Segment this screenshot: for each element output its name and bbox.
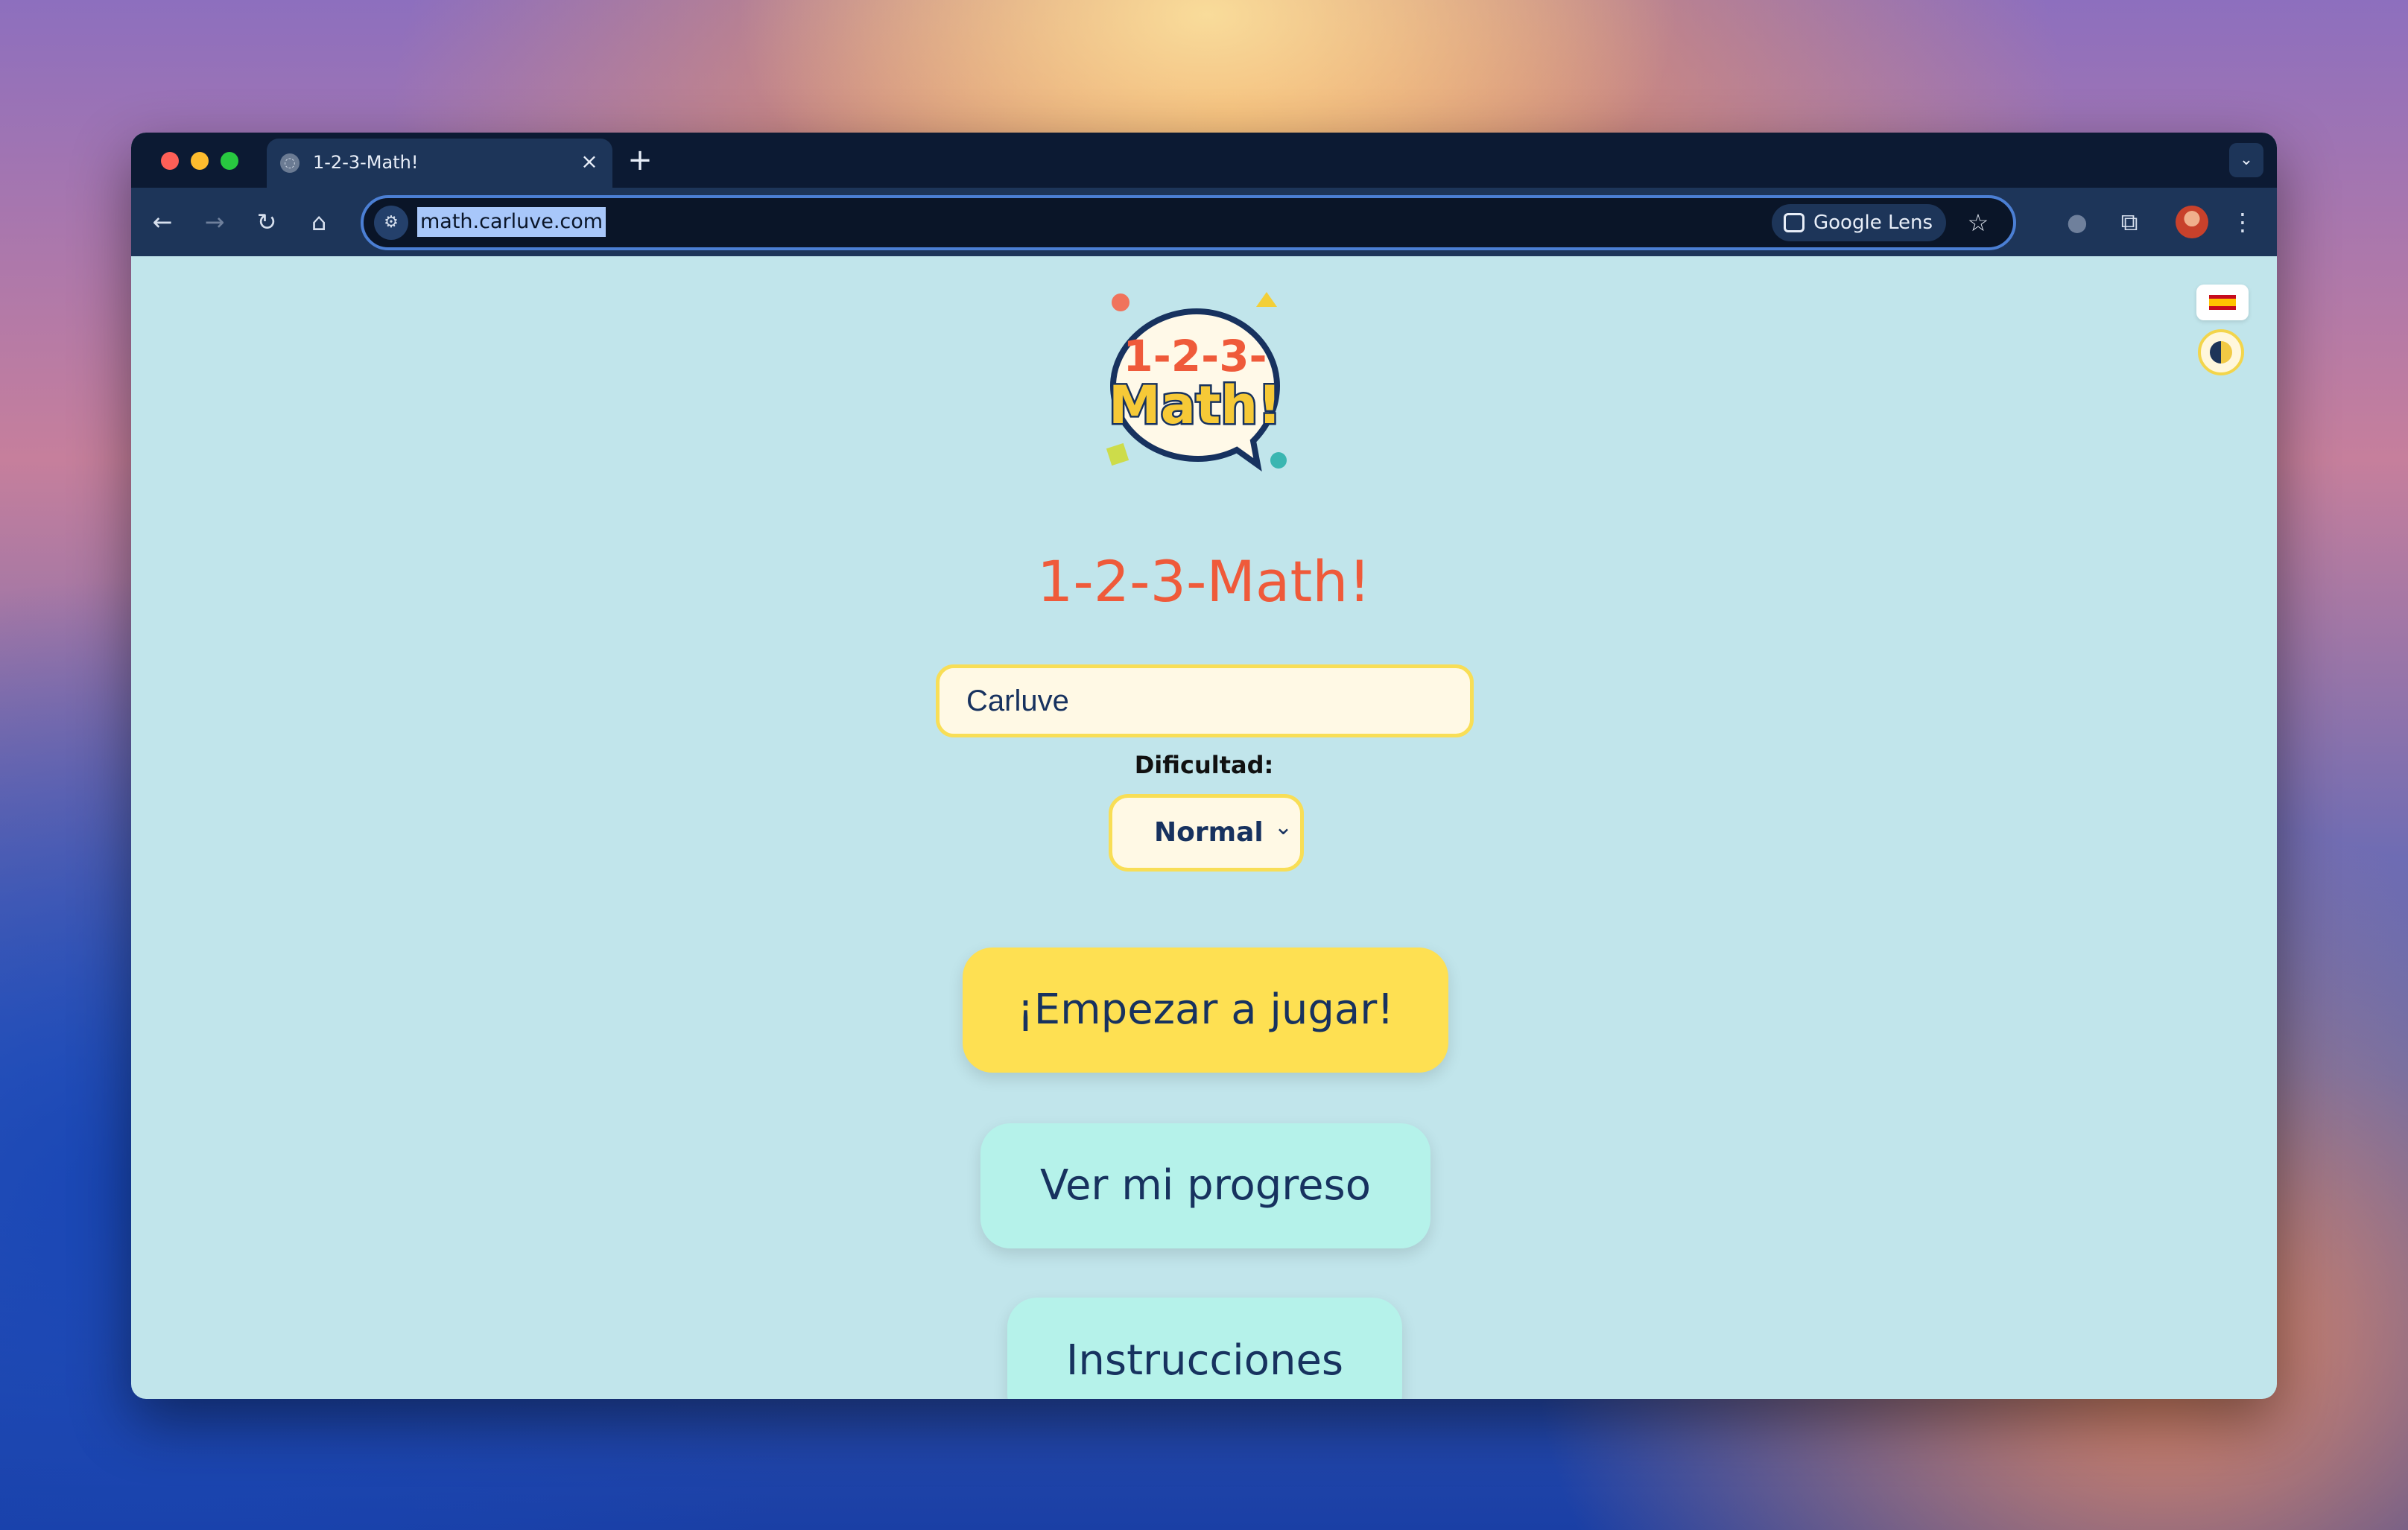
back-icon[interactable]: ← — [143, 203, 182, 241]
forward-icon[interactable]: → — [195, 203, 234, 241]
home-icon[interactable]: ⌂ — [300, 203, 338, 241]
star-icon[interactable]: ☆ — [1959, 204, 1997, 241]
blocked-extension-icon[interactable]: ● — [2058, 203, 2097, 241]
title-bar: ◌ 1-2-3-Math! × + ⌄ — [131, 133, 2277, 188]
tab-close-button[interactable]: × — [577, 149, 602, 174]
view-progress-button[interactable]: Ver mi progreso — [980, 1123, 1430, 1248]
tab-title: 1-2-3-Math! — [313, 152, 419, 173]
reload-icon[interactable]: ↻ — [247, 203, 286, 241]
close-window-button[interactable] — [161, 152, 179, 170]
menu-icon[interactable]: ⋮ — [2223, 203, 2262, 241]
minimize-window-button[interactable] — [191, 152, 209, 170]
theme-toggle-button[interactable] — [2198, 329, 2244, 375]
page-content: 1-2-3- Math! 1-2-3-Math! Dificultad: Nor… — [131, 256, 2277, 1399]
app-logo: 1-2-3- Math! — [1106, 292, 1287, 472]
difficulty-label: Dificultad: — [1134, 751, 1274, 779]
extensions-icon[interactable]: ⧉ — [2110, 203, 2149, 241]
maximize-window-button[interactable] — [221, 152, 238, 170]
browser-toolbar: ← → ↻ ⌂ ⚙ math.carluve.com Google Lens ☆… — [131, 188, 2277, 256]
google-lens-label: Google Lens — [1813, 212, 1933, 234]
new-tab-button[interactable]: + — [623, 143, 657, 177]
page-title: 1-2-3-Math! — [1037, 548, 1371, 615]
instructions-button[interactable]: Instrucciones — [1007, 1298, 1402, 1399]
logo-line-1: 1-2-3- — [1123, 331, 1267, 381]
site-info-icon[interactable]: ⚙ — [374, 206, 408, 240]
player-name-input[interactable] — [936, 664, 1474, 737]
language-toggle-button[interactable] — [2196, 285, 2249, 320]
moon-icon — [2210, 341, 2232, 364]
globe-icon: ◌ — [280, 153, 300, 173]
url-text[interactable]: math.carluve.com — [417, 207, 606, 237]
browser-tab[interactable]: ◌ 1-2-3-Math! × — [267, 139, 612, 188]
difficulty-select[interactable]: Normal ⌄ — [1109, 794, 1304, 872]
profile-avatar[interactable] — [2176, 206, 2208, 238]
google-lens-icon — [1784, 213, 1805, 232]
chevron-down-icon: ⌄ — [1273, 814, 1293, 840]
browser-window: ◌ 1-2-3-Math! × + ⌄ ← → ↻ ⌂ ⚙ math.carlu… — [131, 133, 2277, 1399]
tab-search-button[interactable]: ⌄ — [2229, 143, 2263, 177]
spain-flag-icon — [2209, 295, 2236, 310]
google-lens-button[interactable]: Google Lens — [1772, 204, 1946, 241]
difficulty-value: Normal — [1154, 817, 1264, 848]
start-game-button[interactable]: ¡Empezar a jugar! — [963, 947, 1448, 1073]
logo-line-2: Math! — [1109, 375, 1281, 436]
address-bar[interactable]: ⚙ math.carluve.com Google Lens ☆ — [361, 195, 2016, 250]
